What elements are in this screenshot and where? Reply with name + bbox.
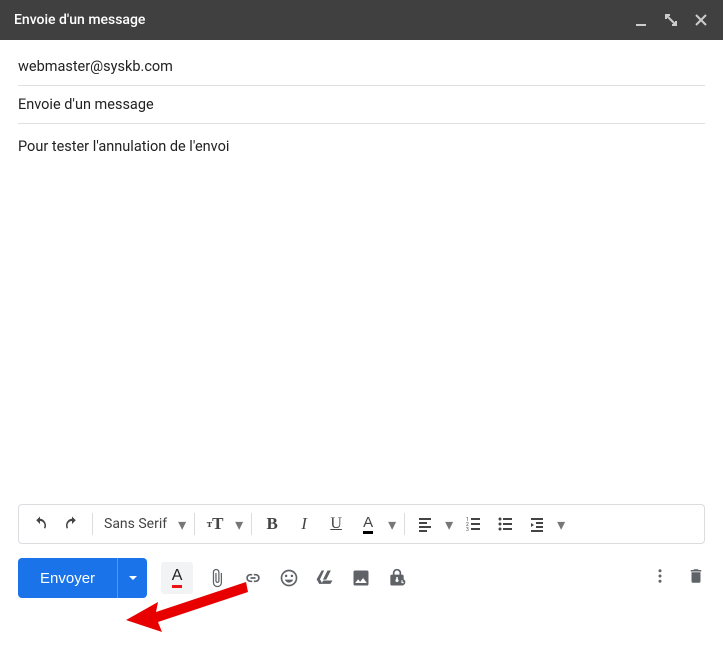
text-color-dropdown-icon[interactable]: ▾ xyxy=(385,515,399,534)
compose-title: Envoie d'un message xyxy=(14,12,145,28)
bold-icon[interactable]: B xyxy=(257,509,287,539)
bullet-list-icon[interactable] xyxy=(490,509,520,539)
underline-icon[interactable]: U xyxy=(321,509,351,539)
more-format-dropdown-icon[interactable]: ▾ xyxy=(554,515,568,534)
send-button[interactable]: Envoyer xyxy=(18,558,117,598)
redo-icon[interactable] xyxy=(57,509,87,539)
bottom-bar: Envoyer A xyxy=(0,544,723,598)
toolbar-separator xyxy=(92,513,93,535)
numbered-list-icon[interactable]: 123 xyxy=(458,509,488,539)
toolbar-separator xyxy=(251,513,252,535)
confidential-icon[interactable] xyxy=(387,568,407,588)
svg-text:3: 3 xyxy=(466,527,469,532)
drive-icon[interactable] xyxy=(315,568,335,588)
right-actions xyxy=(651,567,705,589)
discard-icon[interactable] xyxy=(687,567,705,589)
subject-field[interactable]: Envoie d'un message xyxy=(18,86,705,124)
insert-actions xyxy=(207,568,407,588)
text-style-button[interactable]: A xyxy=(161,562,193,594)
header-controls xyxy=(633,12,709,28)
attach-icon[interactable] xyxy=(207,568,227,588)
font-size-dropdown-icon[interactable]: ▾ xyxy=(232,515,246,534)
compose-fields: webmaster@syskb.com Envoie d'un message xyxy=(0,40,723,124)
link-icon[interactable] xyxy=(243,568,263,588)
indent-icon[interactable] xyxy=(522,509,552,539)
text-color-icon[interactable]: A xyxy=(353,509,383,539)
minimize-icon[interactable] xyxy=(633,12,649,28)
message-body[interactable]: Pour tester l'annulation de l'envoi xyxy=(0,124,723,504)
toolbar-separator xyxy=(194,513,195,535)
send-button-group: Envoyer xyxy=(18,558,147,598)
align-icon[interactable] xyxy=(410,509,440,539)
send-options-dropdown[interactable] xyxy=(117,558,147,598)
to-field[interactable]: webmaster@syskb.com xyxy=(18,48,705,86)
toolbar-separator xyxy=(404,513,405,535)
close-icon[interactable] xyxy=(693,12,709,28)
align-dropdown-icon[interactable]: ▾ xyxy=(442,515,456,534)
format-toolbar: Sans Serif ▾ тT ▾ B I U A ▾ ▾ 123 ▾ xyxy=(18,504,705,544)
font-family-select[interactable]: Sans Serif xyxy=(98,516,173,532)
undo-icon[interactable] xyxy=(25,509,55,539)
image-icon[interactable] xyxy=(351,568,371,588)
italic-icon[interactable]: I xyxy=(289,509,319,539)
font-size-icon[interactable]: тT xyxy=(200,509,230,539)
compose-header: Envoie d'un message xyxy=(0,0,723,40)
more-options-icon[interactable] xyxy=(651,567,669,589)
fullscreen-icon[interactable] xyxy=(663,12,679,28)
font-family-dropdown-icon[interactable]: ▾ xyxy=(175,515,189,534)
emoji-icon[interactable] xyxy=(279,568,299,588)
